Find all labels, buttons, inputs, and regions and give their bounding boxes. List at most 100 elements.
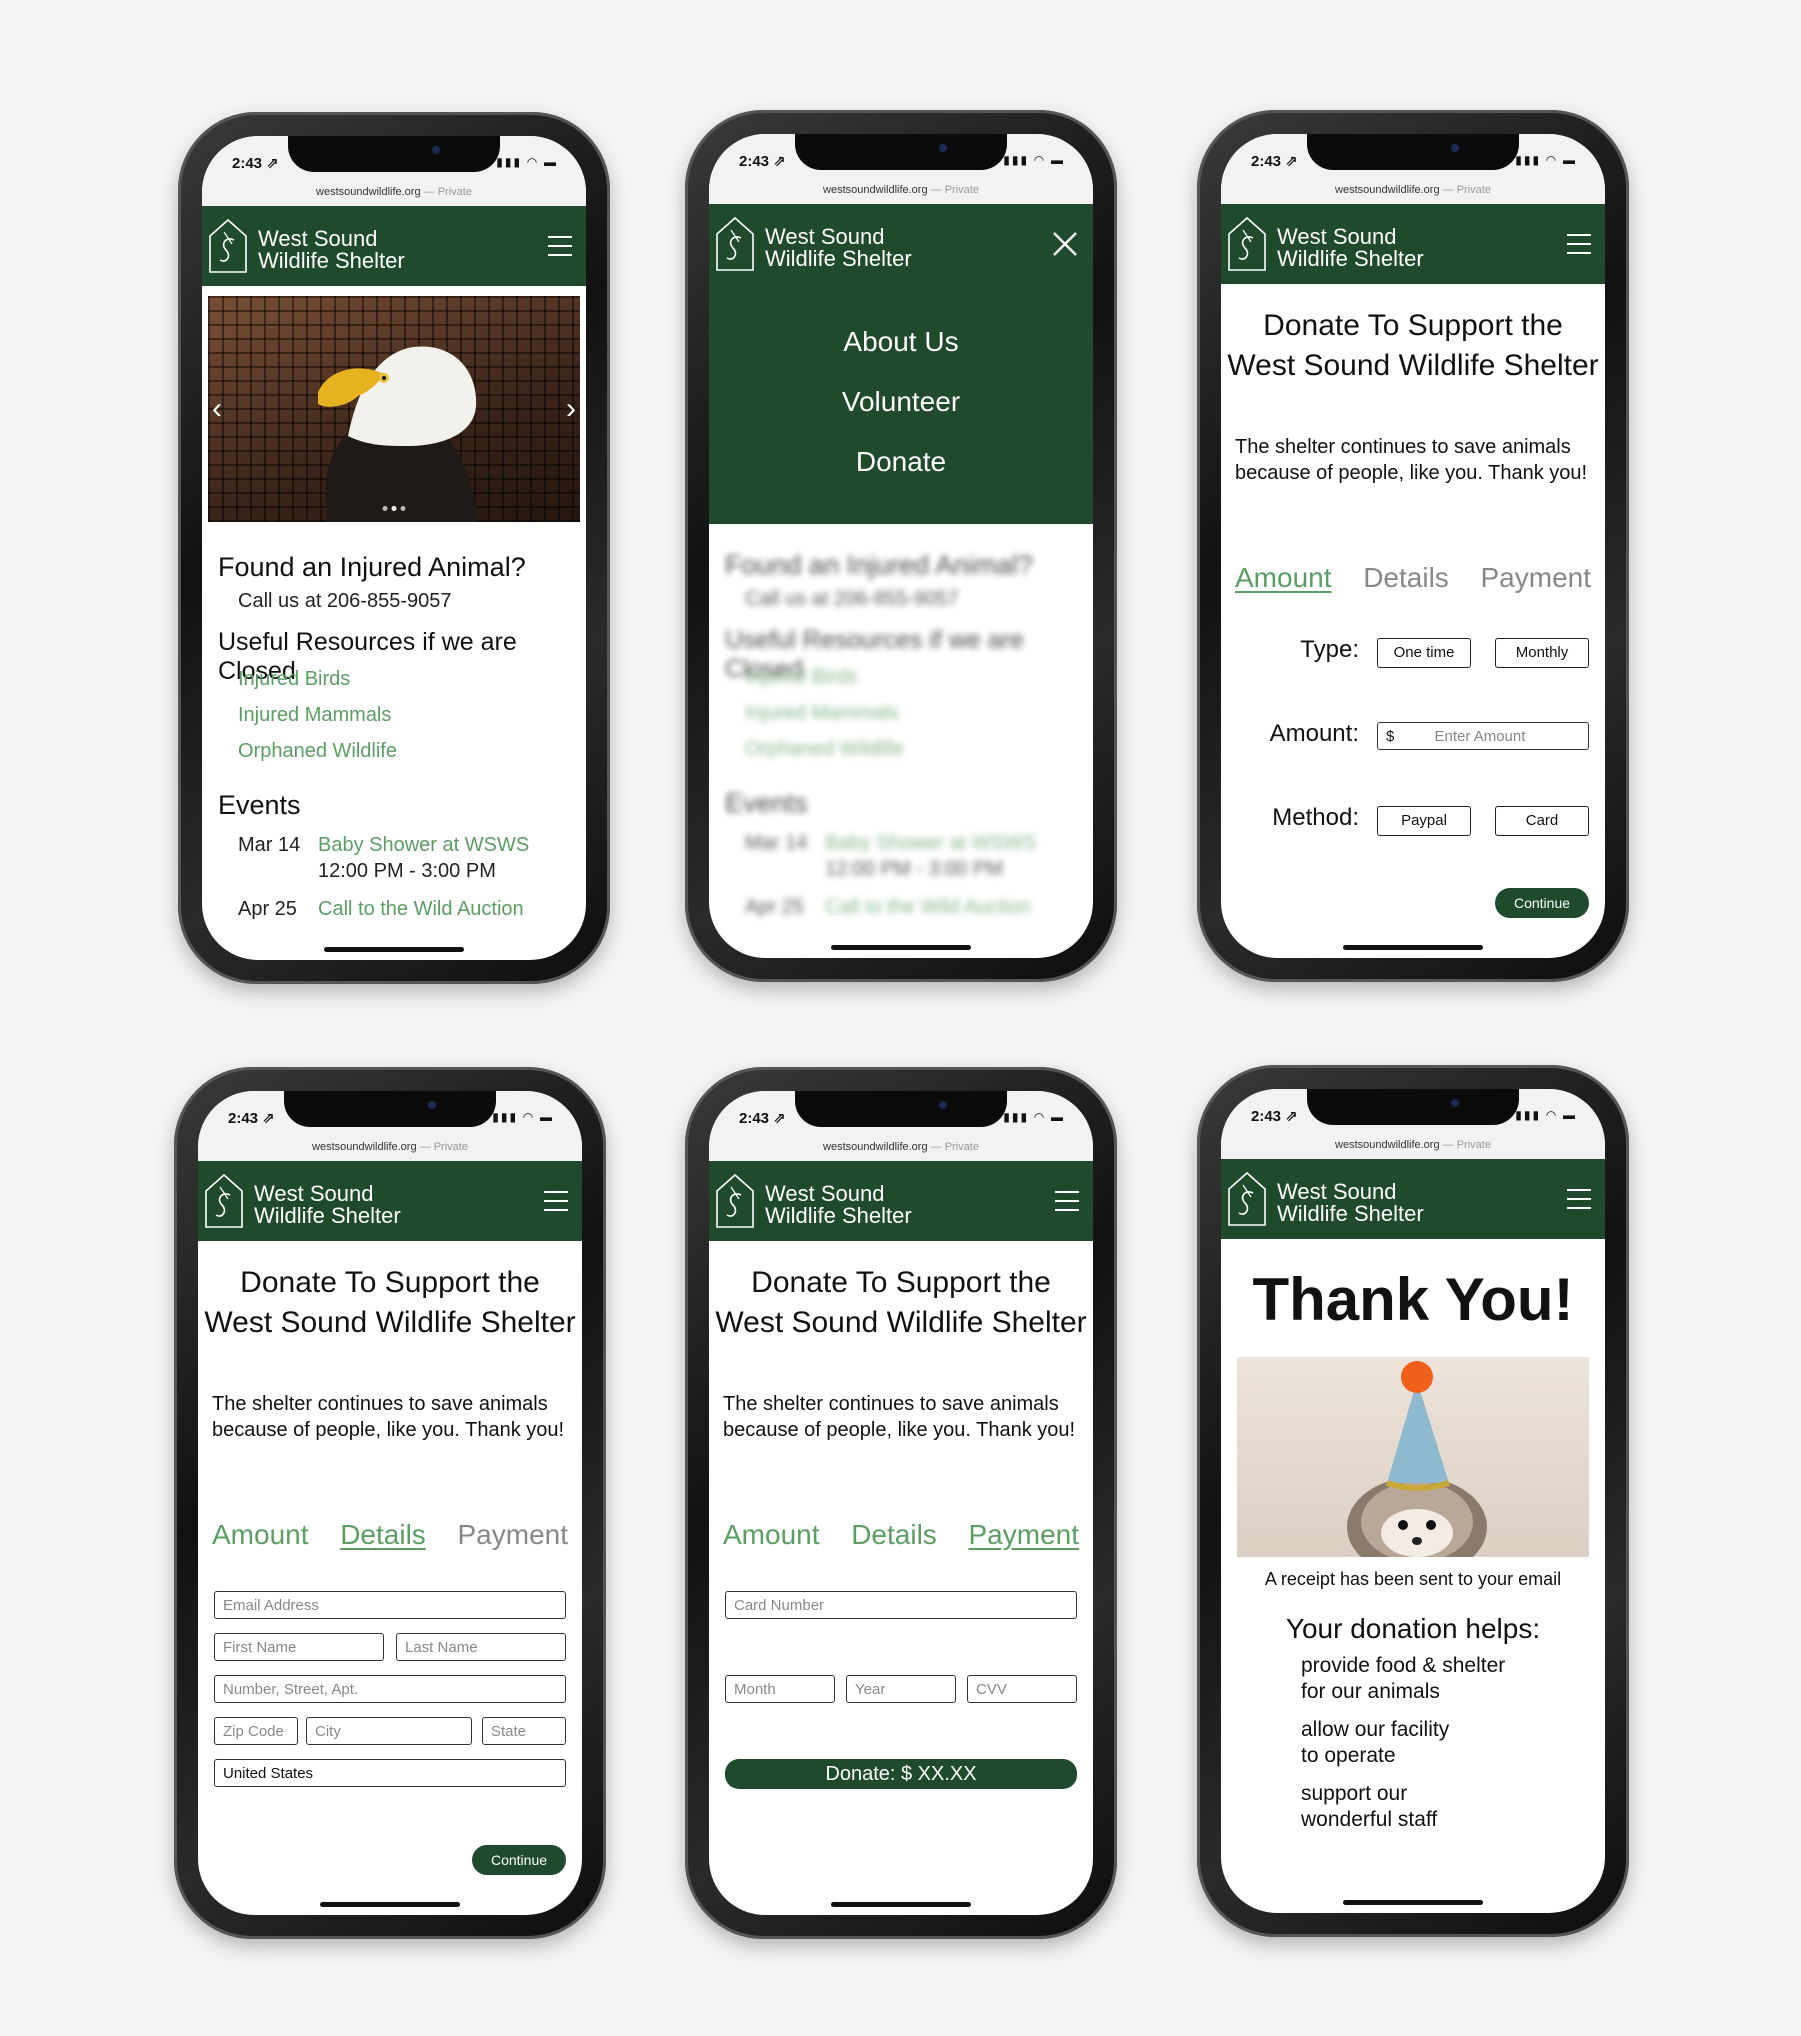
tab-payment[interactable]: Payment [1481, 562, 1592, 594]
help-item-facility: allow our facility to operate [1301, 1717, 1449, 1769]
amount-input[interactable]: $ Enter Amount [1377, 722, 1589, 750]
help-item-food-line2: for our animals [1301, 1680, 1440, 1703]
notch [795, 134, 1007, 170]
brand-name[interactable]: West Sound Wildlife Shelter [765, 226, 912, 270]
city-field[interactable]: City [306, 1717, 472, 1745]
hamburger-menu-icon[interactable] [1055, 1191, 1079, 1213]
logo-icon[interactable] [1227, 212, 1267, 272]
tab-payment[interactable]: Payment [969, 1519, 1080, 1551]
state-field[interactable]: State [482, 1717, 566, 1745]
url-bar[interactable]: westsoundwildlife.org — Private [709, 180, 1093, 204]
logo-icon[interactable] [208, 214, 248, 274]
continue-button[interactable]: Continue [1495, 888, 1589, 918]
thank-you-title: Thank You! [1252, 1266, 1574, 1333]
close-icon[interactable] [1051, 230, 1079, 258]
url-private: — Private [1439, 184, 1491, 196]
brand-line1: West Sound [765, 224, 885, 249]
type-one-time-button[interactable]: One time [1377, 638, 1471, 668]
email-field[interactable]: Email Address [214, 1591, 566, 1619]
brand-name[interactable]: West Sound Wildlife Shelter [1277, 226, 1424, 270]
brand-name[interactable]: West Sound Wildlife Shelter [254, 1183, 401, 1227]
url-bar[interactable]: westsoundwildlife.org — Private [1221, 1135, 1605, 1159]
url-bar[interactable]: westsoundwildlife.org — Private [198, 1137, 582, 1161]
cvv-field[interactable]: CVV [967, 1675, 1077, 1703]
help-item-staff-line2: wonderful staff [1301, 1808, 1438, 1831]
hamburger-menu-icon[interactable] [548, 236, 572, 258]
screen: 2:43 ⇗ ▮▮▮ ◠ ▬ westsoundwildlife.org — P… [709, 134, 1093, 958]
donate-button[interactable]: Donate: $ XX.XX [725, 1759, 1077, 1789]
tab-amount[interactable]: Amount [723, 1519, 820, 1551]
menu-item-donate[interactable]: Donate [709, 446, 1093, 478]
type-monthly-button[interactable]: Monthly [1495, 638, 1589, 668]
brand-name[interactable]: West Sound Wildlife Shelter [258, 228, 405, 272]
link-injured-birds[interactable]: Injured Birds [238, 668, 350, 691]
tab-details[interactable]: Details [1363, 562, 1449, 594]
country-select[interactable]: United States [214, 1759, 566, 1787]
brand-name[interactable]: West Sound Wildlife Shelter [1277, 1181, 1424, 1225]
tab-amount[interactable]: Amount [1235, 562, 1332, 594]
url-bar[interactable]: westsoundwildlife.org — Private [1221, 180, 1605, 204]
tab-details[interactable]: Details [340, 1519, 426, 1551]
zip-code-field[interactable]: Zip Code [214, 1717, 298, 1745]
event-date-1: Mar 14 [238, 834, 301, 856]
logo-icon[interactable] [715, 212, 755, 272]
carousel-prev-icon[interactable]: ‹ [212, 392, 222, 426]
phone-donate-payment: 2:43 ⇗ ▮▮▮ ◠ ▬ westsoundwildlife.org — P… [685, 1067, 1117, 1939]
screen: 2:43 ⇗ ▮▮▮ ◠ ▬ westsoundwildlife.org — P… [202, 136, 586, 960]
tab-payment[interactable]: Payment [458, 1519, 569, 1551]
hamburger-menu-icon[interactable] [1567, 234, 1591, 256]
card-number-field[interactable]: Card Number [725, 1591, 1077, 1619]
screen: 2:43 ⇗ ▮▮▮ ◠ ▬ westsoundwildlife.org — P… [1221, 134, 1605, 958]
receipt-text: A receipt has been sent to your email [1264, 1569, 1562, 1589]
donate-content: Donate To Support the West Sound Wildlif… [709, 1241, 1093, 1915]
brand-line1: West Sound [1277, 1179, 1397, 1204]
help-item-facility-line1: allow our facility [1301, 1718, 1450, 1741]
carousel-dots[interactable] [381, 498, 408, 516]
first-name-field[interactable]: First Name [214, 1633, 384, 1661]
url-domain: westsoundwildlife.org [823, 1141, 928, 1153]
event-link-1[interactable]: Baby Shower at WSWS [318, 834, 529, 857]
logo-icon[interactable] [715, 1169, 755, 1229]
donate-title-line1: Donate To Support the [751, 1266, 1051, 1299]
home-indicator [831, 945, 971, 950]
menu-item-about-us[interactable]: About Us [709, 326, 1093, 358]
event-link-2[interactable]: Call to the Wild Auction [318, 898, 524, 921]
tab-amount[interactable]: Amount [212, 1519, 309, 1551]
url-bar[interactable]: westsoundwildlife.org — Private [202, 182, 586, 206]
image-carousel[interactable]: ‹ › [208, 296, 580, 522]
month-field[interactable]: Month [725, 1675, 835, 1703]
link-injured-mammals: Injured Mammals [745, 702, 899, 724]
status-icons: ▮▮▮ ◠ ▬ [492, 1110, 554, 1124]
url-bar[interactable]: westsoundwildlife.org — Private [709, 1137, 1093, 1161]
last-name-field[interactable]: Last Name [396, 1633, 566, 1661]
link-orphaned-wildlife[interactable]: Orphaned Wildlife [238, 740, 397, 763]
screen: 2:43 ⇗ ▮▮▮ ◠ ▬ westsoundwildlife.org — P… [1221, 1089, 1605, 1913]
donate-tabs: Amount Details Payment [723, 1519, 1079, 1551]
brand-line1: West Sound [254, 1181, 374, 1206]
street-field[interactable]: Number, Street, Apt. [214, 1675, 566, 1703]
tab-details[interactable]: Details [851, 1519, 937, 1551]
eagle-image [318, 346, 478, 522]
year-field[interactable]: Year [846, 1675, 956, 1703]
type-label: Type: [1300, 636, 1359, 663]
continue-button[interactable]: Continue [472, 1845, 566, 1875]
brand-line1: West Sound [1277, 224, 1397, 249]
link-injured-mammals[interactable]: Injured Mammals [238, 704, 391, 727]
found-title: Found an Injured Animal? [218, 552, 526, 582]
help-item-food-line1: provide food & shelter [1301, 1654, 1506, 1677]
logo-icon[interactable] [1227, 1167, 1267, 1227]
url-domain: westsoundwildlife.org [1335, 184, 1440, 196]
url-private: — Private [927, 184, 979, 196]
brand-name[interactable]: West Sound Wildlife Shelter [765, 1183, 912, 1227]
method-paypal-button[interactable]: Paypal [1377, 806, 1471, 836]
carousel-next-icon[interactable]: › [566, 392, 576, 426]
logo-icon[interactable] [204, 1169, 244, 1229]
method-card-button[interactable]: Card [1495, 806, 1589, 836]
site-header: West Sound Wildlife Shelter [202, 206, 586, 286]
url-domain: westsoundwildlife.org [312, 1141, 417, 1153]
donate-lead: The shelter continues to save animals be… [1235, 436, 1588, 484]
menu-item-volunteer[interactable]: Volunteer [709, 386, 1093, 418]
hamburger-menu-icon[interactable] [1567, 1189, 1591, 1211]
hamburger-menu-icon[interactable] [544, 1191, 568, 1213]
donate-title-line1: Donate To Support the [1263, 309, 1563, 342]
